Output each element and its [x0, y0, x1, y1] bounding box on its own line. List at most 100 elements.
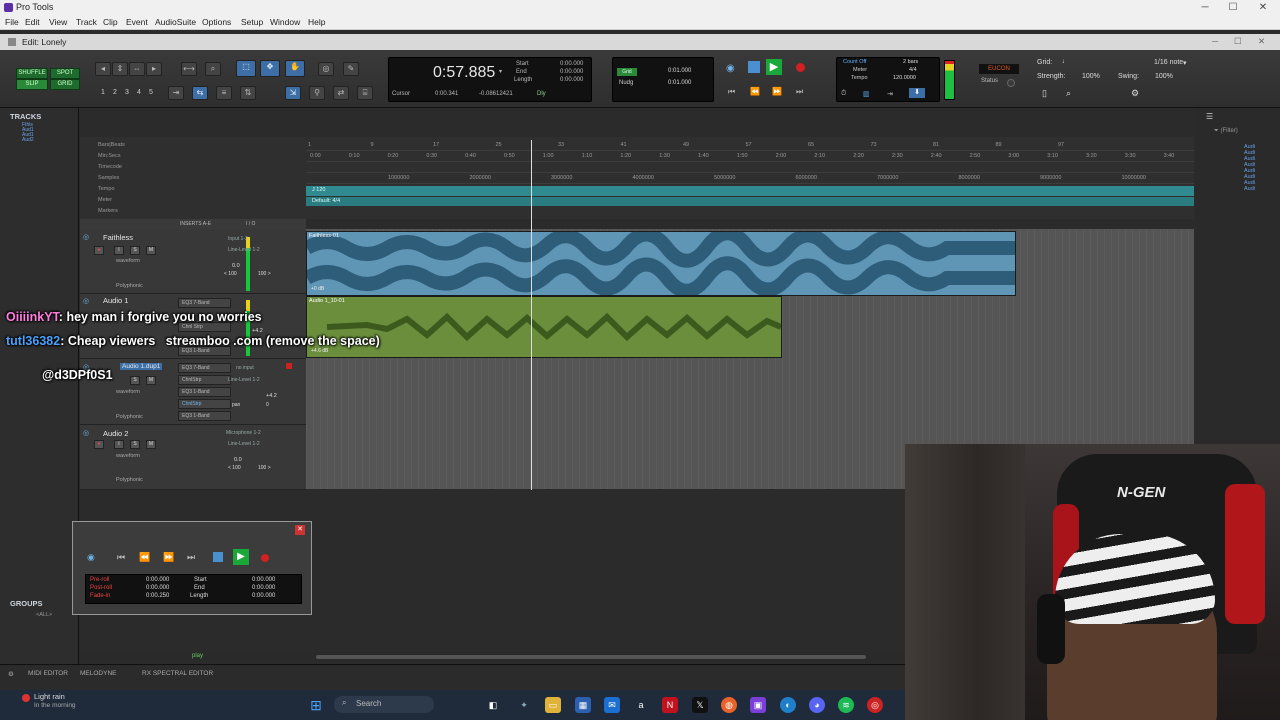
length-value[interactable]: 0:00.000 [252, 593, 275, 599]
discord-icon[interactable]: ◕ [809, 697, 825, 713]
tab-to-transient-icon[interactable]: ⇥ [168, 86, 184, 100]
go-to-end-icon[interactable]: ⏭ [187, 552, 195, 563]
conductor-icon[interactable]: ⇥ [887, 90, 893, 98]
insert-slot[interactable]: EQ3 1-Band [178, 387, 231, 397]
slip-mode-button[interactable]: SLIP [16, 79, 48, 90]
record-button[interactable] [261, 554, 269, 562]
rewind-icon[interactable]: ⏪ [750, 87, 760, 96]
zoom-in-icon[interactable]: ▸ [146, 62, 162, 76]
menu-audiosuite[interactable]: AudioSuite [155, 17, 196, 27]
strength-value[interactable]: 100% [1082, 73, 1100, 80]
audio-clip-faithless[interactable]: Faithless-01 +0 dB [306, 231, 1016, 296]
keyfocus-icon[interactable]: ⌸ [357, 86, 373, 100]
grabber-tool-icon[interactable]: ✥ [260, 60, 280, 77]
scroll-thumb[interactable] [316, 655, 866, 659]
track-audio-1[interactable]: ◎ Audio 1 EQ3 7-Band Chnl Strp EQ3 1-Ban… [80, 294, 306, 359]
grid-note-value[interactable]: 1/16 note [1154, 59, 1183, 66]
track-audio-2[interactable]: ◎ Audio 2 ● I S M waveform Polyphonic Mi… [80, 425, 306, 490]
grid-value[interactable]: 0:01.000 [668, 68, 691, 74]
count-off-bars[interactable]: 2 bars [903, 59, 918, 65]
clips-list-item[interactable]: Audi [1244, 186, 1255, 192]
postroll-value[interactable]: 0:00.000 [146, 585, 169, 591]
clips-menu-icon[interactable]: ☰ [1206, 112, 1213, 121]
track-pan-right[interactable]: 100 > [258, 271, 271, 277]
melodyne-tab[interactable]: MELODYNE [80, 670, 116, 677]
track-input[interactable]: no input [236, 365, 254, 371]
mute-button[interactable]: M [146, 440, 156, 449]
play-button[interactable]: ▶ [766, 59, 782, 75]
preroll-label[interactable]: Pre-roll [90, 577, 109, 583]
meter-marker[interactable]: Default: 4/4 [312, 198, 340, 204]
track-volume[interactable]: 0.0 [232, 263, 240, 269]
edit-maximize-button[interactable]: ☐ [1234, 36, 1242, 47]
insert-slot[interactable]: ChnlStrp [178, 375, 231, 385]
meter-value[interactable]: 4/4 [909, 67, 917, 73]
menu-clip[interactable]: Clip [103, 17, 118, 27]
tempo-ruler[interactable]: J 120 [306, 186, 1194, 196]
zoom-vertical-icon[interactable]: ⇕ [112, 62, 128, 76]
end-value[interactable]: 0:00.000 [560, 69, 583, 75]
length-value[interactable]: 0:00.000 [560, 77, 583, 83]
clips-filter-icon[interactable]: ⏷ (Filter) [1214, 128, 1238, 135]
settings-gear-icon[interactable]: ⚙ [1131, 88, 1139, 99]
play-button[interactable]: ▶ [233, 549, 249, 565]
stop-button[interactable] [748, 61, 760, 73]
menu-options[interactable]: Options [202, 17, 231, 27]
mute-button[interactable]: M [146, 246, 156, 255]
link-edit-icon[interactable]: ⚲ [309, 86, 325, 100]
zoom-out-icon[interactable]: ◂ [95, 62, 111, 76]
track-input[interactable]: Microphone 1-2 [226, 430, 261, 436]
track-pan-right[interactable]: 100 > [258, 465, 271, 471]
insert-slot[interactable]: ChnlStrp [178, 399, 231, 409]
track-name[interactable]: Audio 2 [103, 429, 128, 438]
zoom-preset-3[interactable]: 3 [125, 89, 129, 96]
input-monitor-button[interactable]: I [114, 440, 124, 449]
track-view-select[interactable]: waveform [116, 453, 140, 459]
elastic-audio-select[interactable]: Polyphonic [116, 283, 143, 289]
counter-dropdown-icon[interactable]: ▾ [499, 68, 502, 75]
fadein-label[interactable]: Fade-in [90, 593, 110, 599]
meter-ruler[interactable]: Default: 4/4 [306, 197, 1194, 206]
amazon-icon[interactable]: a [633, 697, 649, 713]
taskbar-search[interactable]: ⌕ Search [334, 696, 434, 713]
track-audio-1-dup1[interactable]: ◎ Audio 1.dup1 S M waveform Polyphonic E… [80, 359, 306, 425]
close-button[interactable]: ✕ [1248, 0, 1278, 15]
nudge-value[interactable]: 0:01.000 [668, 80, 691, 86]
metronome-icon[interactable]: ⏱ [841, 90, 846, 98]
twitch-icon[interactable]: ▣ [750, 697, 766, 713]
fadein-value[interactable]: 0:00.250 [146, 593, 169, 599]
copilot-icon[interactable]: ✦ [516, 697, 532, 713]
universe-icon[interactable]: ▯ [1042, 88, 1047, 99]
smart-tool-icon[interactable]: ✋ [285, 60, 305, 77]
record-arm-button[interactable]: ● [94, 246, 104, 255]
trim-tool-icon[interactable]: ⟷ [181, 62, 197, 76]
tracks-list-item[interactable]: Aud2 [22, 138, 34, 143]
menu-event[interactable]: Event [126, 17, 148, 27]
menu-setup[interactable]: Setup [241, 17, 263, 27]
firefox-icon[interactable]: ◍ [721, 697, 737, 713]
zoom-icon[interactable]: ⌕ [1066, 88, 1071, 99]
obs-icon[interactable]: ◎ [867, 697, 883, 713]
track-pan-left[interactable]: < 100 [224, 271, 237, 277]
transport-close-button[interactable]: ✕ [295, 525, 305, 535]
maximize-button[interactable]: ☐ [1218, 0, 1248, 15]
track-output[interactable]: Line-Level 1-2 [228, 247, 260, 253]
insertion-follows-icon[interactable]: ⇲ [285, 86, 301, 100]
midi-merge-icon[interactable]: ▥ [863, 90, 870, 98]
tempo-map-icon[interactable]: ⬇ [909, 88, 925, 98]
record-button[interactable] [796, 63, 805, 72]
edge-icon[interactable]: ◐ [780, 697, 796, 713]
zoom-preset-5[interactable]: 5 [149, 89, 153, 96]
grid-mode-button[interactable]: GRID [50, 79, 80, 90]
edit-minimize-button[interactable]: ─ [1212, 36, 1218, 46]
clip-gain[interactable]: +0 dB [311, 286, 324, 292]
menu-track[interactable]: Track [76, 17, 97, 27]
link-timeline-icon[interactable]: ⇆ [192, 86, 208, 100]
zoom-preset-1[interactable]: 1 [101, 89, 105, 96]
windows-start-icon[interactable]: ⊞ [308, 697, 324, 713]
menu-edit[interactable]: Edit [25, 17, 40, 27]
online-icon[interactable]: ◉ [726, 63, 740, 75]
track-name[interactable]: Faithless [103, 233, 133, 242]
solo-button[interactable]: S [130, 246, 140, 255]
midi-editor-tab[interactable]: MIDI EDITOR [28, 670, 68, 677]
